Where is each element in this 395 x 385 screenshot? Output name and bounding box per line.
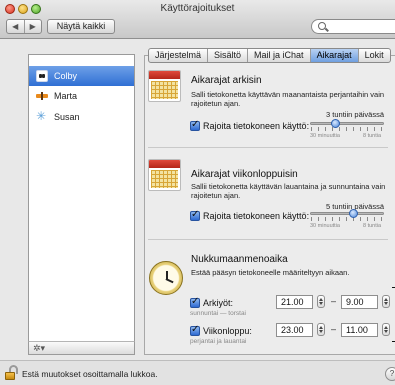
weeknights-days: sunnuntai — torstai [190,310,247,317]
weekend-slider-min: 30 minuuttia [310,223,340,229]
search-field[interactable] [311,19,395,34]
user-name: Marta [54,91,78,101]
weekend-limit-checkbox[interactable] [190,209,200,221]
snowflake-icon [36,109,48,123]
weekend-end-stepper[interactable] [382,323,390,336]
user-name: Susan [54,112,80,122]
forward-arrow-icon[interactable]: ▶ [23,20,42,33]
user-list[interactable]: Colby Marta Susan [28,54,135,354]
weekend-end-time[interactable]: 11.00 [341,323,378,337]
weekend-limit-label: Rajoita tietokoneen käyttö: [203,211,310,221]
section-divider [148,239,388,240]
time-range-dash: – [331,296,337,306]
user-item-colby[interactable]: Colby [29,66,134,86]
calendar-icon [148,159,181,191]
gear-menu-icon[interactable]: ✲▾ [33,343,45,354]
weekday-description: Salli tietokonetta käyttävän maanantaist… [191,90,385,108]
weekend-bedtime-days: perjantai ja lauantai [190,338,247,345]
weekend-limit-value: 5 tuntiin päivässä [326,202,384,211]
tab-jarjestelma[interactable]: Järjestelmä [149,49,207,62]
tab-lokit[interactable]: Lokit [357,49,390,62]
weekday-title: Aikarajat arkisin [191,75,262,86]
weekend-slider-max: 8 tuntia [363,223,382,229]
weekend-start-stepper[interactable] [317,323,325,336]
robot-face-icon [36,70,48,82]
weekday-slider-track[interactable] [310,122,384,125]
weekday-limit-label: Rajoita tietokoneen käyttö: [203,121,310,131]
user-name: Colby [54,71,78,81]
weeknights-start-time[interactable]: 21.00 [276,295,313,309]
back-arrow-icon[interactable]: ◀ [7,20,24,33]
calendar-icon [148,70,181,102]
user-item-susan[interactable]: Susan [29,107,134,127]
unlocked-padlock-icon[interactable] [4,365,18,381]
weekend-slider-ticks [311,217,383,221]
preferences-content: Colby Marta Susan ✲▾ Järjestelmä Sisältö… [0,39,395,360]
weeknights-start-stepper[interactable] [317,295,325,308]
weekend-title: Aikarajat viikonloppuisin [191,169,298,180]
weekend-start-time[interactable]: 23.00 [276,323,313,337]
time-range-dash: – [331,324,337,334]
tab-mail-ichat[interactable]: Mail ja iChat [247,49,310,62]
tab-sisalto[interactable]: Sisältö [207,49,247,62]
window-titlebar: Käyttörajoitukset ◀ ▶ Näytä kaikki [0,0,395,39]
show-all-button[interactable]: Näytä kaikki [47,19,115,34]
bedtime-title: Nukkumaanmenoaika [191,254,288,265]
weeknights-end-time[interactable]: 9.00 [341,295,378,309]
tab-bar: Järjestelmä Sisältö Mail ja iChat Aikara… [148,48,391,63]
weekday-limit-checkbox[interactable] [190,119,200,131]
weekday-slider-max: 8 tuntia [363,133,382,139]
back-forward-control: ◀ ▶ [6,19,42,34]
section-divider [148,147,388,148]
butterfly-icon [36,90,48,102]
weeknights-end-stepper[interactable] [382,295,390,308]
weeknights-label: Arkiyöt: [203,298,234,308]
weekday-slider-min: 30 minuuttia [310,133,340,139]
weekday-slider-ticks [311,127,383,131]
weekend-bedtime-checkbox[interactable] [190,324,200,336]
weekend-description: Sallii tietokonetta käyttävän lauantaina… [191,182,386,200]
search-icon [318,22,326,30]
user-item-marta[interactable]: Marta [29,86,134,106]
weekend-bedtime-label: Viikonloppu: [203,326,252,336]
weekday-slider-knob[interactable] [330,119,340,128]
window-bottom-bar: Estä muutokset osoittamalla lukkoa. ? [0,360,395,385]
help-button[interactable]: ? [385,367,395,381]
bedtime-description: Estää pääsyn tietokoneelle määriteltyyn … [191,268,350,277]
weeknights-checkbox[interactable] [190,296,200,308]
weekend-slider-track[interactable] [310,212,384,215]
user-list-footer: ✲▾ [28,341,135,355]
lock-hint-text: Estä muutokset osoittamalla lukkoa. [22,369,158,379]
clock-icon [149,261,183,295]
window-title: Käyttörajoitukset [160,3,235,14]
weekday-limit-value: 3 tuntiin päivässä [326,110,384,119]
tab-aikarajat[interactable]: Aikarajat [309,49,358,62]
